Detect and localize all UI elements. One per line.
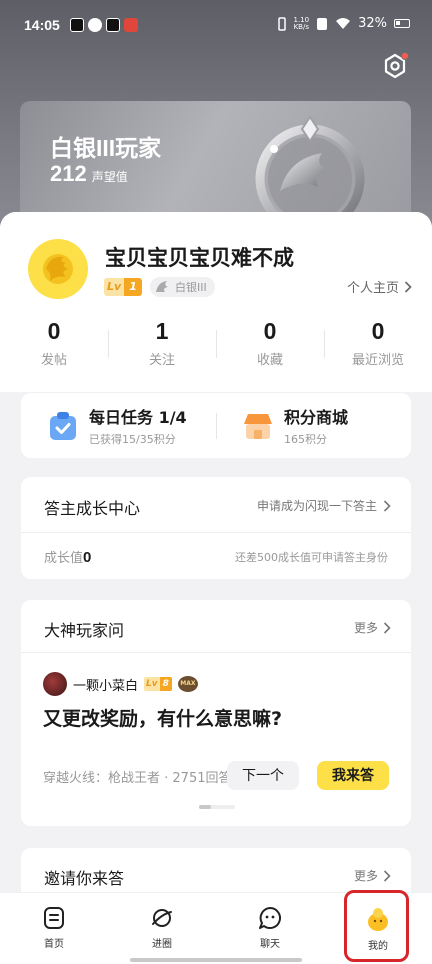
- tab-circle[interactable]: 进圈: [108, 893, 216, 964]
- expert-questions-card: 大神玩家问 更多 一颗小菜白 Lv 8 MAX 又更改奖励，有什么意思嘛? 穿越火…: [21, 600, 411, 826]
- rank-badge-label: 白银III: [175, 281, 207, 294]
- tab-home[interactable]: 首页: [0, 893, 108, 964]
- next-question-button[interactable]: 下一个: [227, 761, 299, 790]
- reputation-label: 声望值: [91, 170, 128, 184]
- reputation-value: 212: [50, 161, 87, 186]
- silver-wolf-icon: [156, 281, 168, 292]
- mascot-icon: [368, 908, 388, 931]
- battery-percent: 32%: [358, 16, 387, 31]
- points-shop-subtitle: 165积分: [284, 433, 327, 446]
- author-avatar: [43, 672, 67, 696]
- homepage-link[interactable]: 个人主页: [347, 277, 412, 296]
- profile-section: 宝贝宝贝宝贝难不成 Lv 1 白银III 个人主页 0 发帖 1 关注 0 收藏 0 最近…: [0, 212, 432, 392]
- tasks-card: 每日任务 1/4 已获得15/35积分 积分商城 165积分: [21, 393, 411, 458]
- battery-icon: [394, 19, 410, 28]
- wifi-icon: [336, 18, 351, 29]
- carousel-pager: [199, 805, 235, 809]
- more-link[interactable]: 更多: [354, 619, 391, 636]
- invite-title: 邀请你来答: [44, 869, 125, 888]
- author-name: 一颗小菜白: [73, 678, 139, 694]
- bottom-tab-bar: 首页 进圈 聊天 我的: [0, 892, 432, 964]
- question-meta: 穿越火线：枪战王者 · 2751回答: [43, 771, 232, 786]
- username: 宝贝宝贝宝贝难不成: [105, 246, 294, 270]
- max-badge-icon: MAX: [177, 676, 198, 692]
- tab-mine-label: 我的: [368, 941, 388, 952]
- tiktok-icon: [70, 18, 84, 32]
- answer-button[interactable]: 我来答: [317, 761, 389, 790]
- stat-following[interactable]: 1 关注: [108, 314, 216, 374]
- clipboard-check-icon: [50, 411, 76, 440]
- apply-answerer-link[interactable]: 申请成为闪现一下答主: [257, 497, 391, 514]
- app-square-icon: [106, 18, 120, 32]
- home-doc-icon: [44, 907, 64, 929]
- tab-chat-label: 聊天: [260, 939, 280, 950]
- daily-task-subtitle: 已获得15/35积分: [89, 433, 176, 446]
- tab-mine[interactable]: 我的: [324, 893, 432, 964]
- growth-value-number: 0: [83, 549, 92, 566]
- growth-center-card: 答主成长中心 申请成为闪现一下答主 成长值0 还差500成长值可申请答主身份: [21, 477, 411, 579]
- rank-title: 白银III玩家: [50, 135, 162, 161]
- points-shop-title: 积分商城: [284, 408, 349, 427]
- planet-icon: [152, 909, 172, 927]
- stats-row: 0 发帖 1 关注 0 收藏 0 最近浏览: [0, 314, 432, 374]
- chat-bubble-icon: [259, 907, 281, 929]
- notification-dot: [401, 52, 409, 60]
- vibrate-icon: [277, 16, 286, 31]
- chevron-right-icon: [383, 869, 391, 882]
- app-red-icon: [124, 18, 138, 32]
- question-text[interactable]: 又更改奖励，有什么意思嘛?: [43, 704, 282, 731]
- reputation: 212 声望值: [50, 161, 128, 187]
- lion-avatar-icon: [43, 254, 73, 284]
- app-flower-icon: [88, 18, 102, 32]
- growth-value: 成长值0: [44, 549, 92, 566]
- daily-task[interactable]: 每日任务 1/4 已获得15/35积分: [21, 393, 216, 458]
- stat-posts[interactable]: 0 发帖: [0, 314, 108, 374]
- nfc-icon: [317, 17, 328, 30]
- stat-recent[interactable]: 0 最近浏览: [324, 314, 432, 374]
- level-badge: Lv 1: [104, 278, 142, 296]
- status-bar: 14:05 1.10 KB/s 32%: [0, 0, 432, 48]
- avatar[interactable]: [28, 239, 88, 299]
- network-speed: 1.10 KB/s: [293, 15, 310, 31]
- expert-questions-title: 大神玩家问: [44, 621, 125, 640]
- daily-task-title: 每日任务 1/4: [89, 408, 187, 427]
- growth-center-title: 答主成长中心: [44, 499, 141, 518]
- divider: [21, 652, 411, 653]
- rank-badge[interactable]: 白银III: [150, 277, 215, 297]
- stat-favorites[interactable]: 0 收藏: [216, 314, 324, 374]
- points-shop[interactable]: 积分商城 165积分: [216, 393, 411, 458]
- tab-home-label: 首页: [44, 939, 64, 950]
- question-author[interactable]: 一颗小菜白 Lv 8 MAX: [43, 672, 198, 696]
- chevron-right-icon: [383, 621, 391, 634]
- home-indicator: [130, 958, 302, 962]
- shop-icon: [244, 413, 272, 439]
- chevron-right-icon: [383, 499, 391, 512]
- tab-chat[interactable]: 聊天: [216, 893, 324, 964]
- status-time: 14:05: [24, 17, 60, 33]
- invite-more-link[interactable]: 更多: [354, 867, 391, 884]
- chevron-right-icon: [404, 280, 412, 293]
- divider: [21, 532, 411, 533]
- tab-circle-label: 进圈: [152, 939, 172, 950]
- author-level-badge: Lv 8: [144, 677, 172, 691]
- growth-hint: 还差500成长值可申请答主身份: [235, 551, 388, 564]
- settings-button[interactable]: [381, 52, 409, 80]
